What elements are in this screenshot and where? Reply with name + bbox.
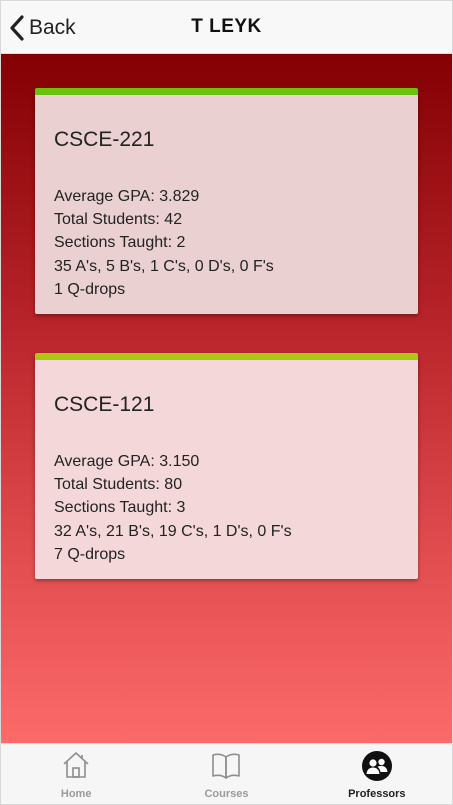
average-gpa: Average GPA: 3.150: [54, 453, 200, 470]
book-icon: [212, 753, 241, 779]
course-card[interactable]: CSCE-221 Average GPA: 3.829 Total Studen…: [35, 88, 418, 314]
tab-label: Professors: [348, 788, 406, 800]
app-frame: Back T LEYK CSCE-221 Average GPA: 3.829 …: [0, 0, 453, 805]
home-icon: [63, 752, 89, 778]
average-gpa: Average GPA: 3.829: [54, 188, 200, 205]
course-card[interactable]: CSCE-121 Average GPA: 3.150 Total Studen…: [35, 353, 418, 579]
sections-taught: Sections Taught: 3: [54, 499, 186, 517]
sections-taught: Sections Taught: 2: [54, 234, 186, 252]
grade-distribution: 32 A's, 21 B's, 19 C's, 1 D's, 0 F's: [54, 522, 292, 540]
tab-label: Home: [60, 788, 92, 800]
course-code: CSCE-221: [54, 128, 155, 151]
total-students: Total Students: 80: [54, 476, 183, 494]
tab-professors[interactable]: Professors: [302, 744, 452, 804]
tab-home[interactable]: Home: [1, 744, 151, 804]
professors-icon: [361, 751, 392, 781]
course-code: CSCE-121: [54, 393, 155, 416]
total-students: Total Students: 42: [54, 211, 183, 229]
course-list: CSCE-221 Average GPA: 3.829 Total Studen…: [1, 54, 452, 743]
nav-header: Back T LEYK: [1, 1, 452, 54]
tab-bar: Home Courses Professors: [1, 743, 452, 804]
grade-distribution: 35 A's, 5 B's, 1 C's, 0 D's, 0 F's: [54, 257, 274, 275]
course-stats: Average GPA: 3.150 Total Students: 80 Se…: [54, 450, 292, 566]
q-drops: 7 Q-drops: [54, 545, 126, 563]
page-title: T LEYK: [191, 16, 262, 37]
q-drops: 1 Q-drops: [54, 280, 126, 298]
tab-label: Courses: [204, 788, 249, 800]
tab-courses[interactable]: Courses: [151, 744, 301, 804]
course-stats: Average GPA: 3.829 Total Students: 42 Se…: [54, 185, 274, 301]
